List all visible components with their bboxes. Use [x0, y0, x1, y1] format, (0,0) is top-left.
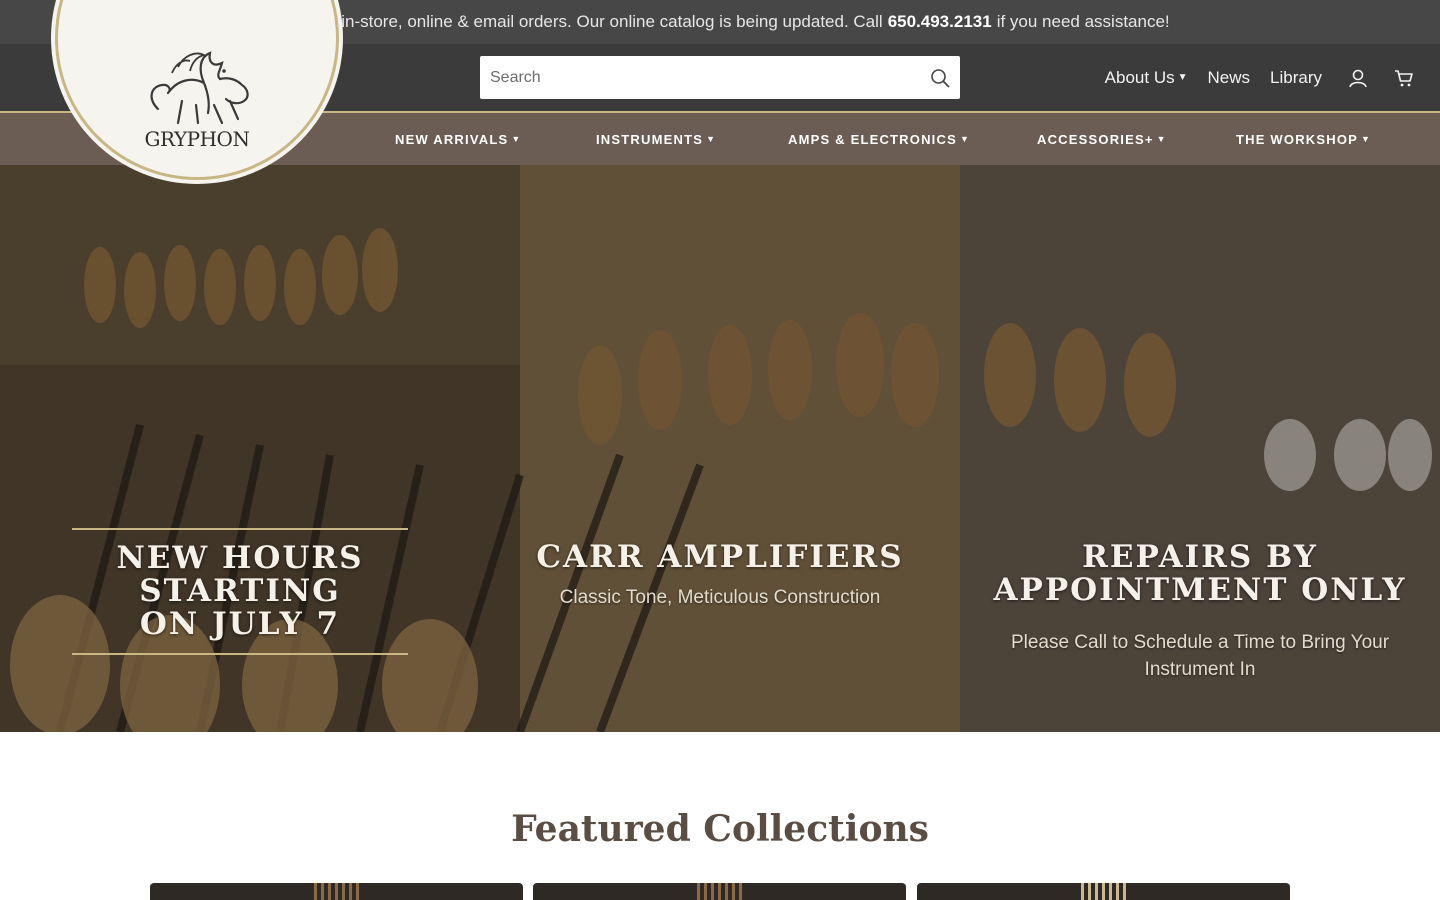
- nav-label: THE WORKSHOP: [1236, 131, 1359, 147]
- guitar-neck-image: [696, 883, 743, 900]
- user-icon[interactable]: [1348, 68, 1368, 88]
- logo-wordmark: GRYPHON: [144, 127, 250, 151]
- nav-new-arrivals[interactable]: NEW ARRIVALS ▼: [395, 113, 521, 165]
- collection-card[interactable]: [917, 883, 1290, 900]
- announcement-text: Open for in-store, online & email orders…: [270, 12, 883, 31]
- slide-title: CARR AMPLIFIERS: [536, 539, 904, 575]
- library-link[interactable]: Library: [1270, 68, 1322, 88]
- cart-icon[interactable]: [1394, 68, 1414, 88]
- nav-label: ACCESSORIES+: [1037, 131, 1154, 147]
- nav-the-workshop[interactable]: THE WORKSHOP ▼: [1236, 113, 1371, 165]
- caret-down-icon: ▼: [511, 134, 522, 144]
- news-link[interactable]: News: [1208, 68, 1251, 88]
- slide-title: NEW HOURS STARTING ON JULY 7: [30, 542, 450, 641]
- caret-down-icon: ▼: [706, 134, 717, 144]
- caret-down-icon: ▼: [1156, 134, 1167, 144]
- hero-slide-hours[interactable]: NEW HOURS STARTING ON JULY 7: [30, 528, 450, 655]
- about-us-label: About Us: [1104, 67, 1175, 87]
- caret-down-icon: ▼: [1361, 134, 1372, 144]
- announcement-phone[interactable]: 650.493.2131: [888, 12, 992, 32]
- utility-nav: About Us ▼ News Library: [1085, 44, 1414, 111]
- slide-title-line2: ON JULY 7: [139, 606, 341, 642]
- announcement-text-end: if you need assistance!: [996, 12, 1170, 31]
- gold-rule: [72, 528, 408, 530]
- slide-title-line1: REPAIRS BY: [1082, 539, 1318, 575]
- search-box: [480, 56, 960, 99]
- collection-card[interactable]: [150, 883, 523, 900]
- guitar-neck-image: [313, 883, 360, 900]
- slide-title-line2: APPOINTMENT ONLY: [993, 572, 1407, 608]
- about-us-link[interactable]: About Us ▼: [1105, 68, 1188, 88]
- nav-accessories[interactable]: ACCESSORIES+ ▼: [1037, 113, 1167, 165]
- nav-instruments[interactable]: INSTRUMENTS ▼: [596, 113, 716, 165]
- slide-title-line1: NEW HOURS STARTING: [116, 540, 364, 609]
- nav-label: INSTRUMENTS: [596, 131, 704, 147]
- nav-label: AMPS & ELECTRONICS: [788, 131, 957, 147]
- gryphon-emblem-icon: [150, 51, 249, 125]
- caret-down-icon: ▼: [959, 134, 971, 144]
- caret-down-icon: ▼: [1177, 72, 1188, 83]
- nav-label: NEW ARRIVALS: [395, 131, 509, 147]
- slide-subtitle: Please Call to Schedule a Time to Bring …: [975, 629, 1425, 683]
- hero-banner[interactable]: NEW HOURS STARTING ON JULY 7 CARR AMPLIF…: [0, 165, 1440, 732]
- slide-subtitle: Classic Tone, Meticulous Construction: [559, 587, 881, 608]
- featured-heading: Featured Collections: [511, 808, 929, 850]
- collection-card[interactable]: [533, 883, 906, 900]
- search-input[interactable]: [480, 56, 920, 99]
- hero-slide-repairs[interactable]: REPAIRS BY APPOINTMENT ONLY Please Call …: [975, 541, 1425, 683]
- slide-subtitle-line1: Please Call to Schedule a Time to Bring …: [1010, 632, 1390, 653]
- nav-amps-electronics[interactable]: AMPS & ELECTRONICS ▼: [788, 113, 970, 165]
- guitar-neck-image: [1080, 883, 1127, 900]
- gold-rule: [72, 653, 408, 655]
- search-icon[interactable]: [920, 56, 960, 99]
- slide-title: REPAIRS BY APPOINTMENT ONLY: [975, 541, 1425, 607]
- slide-subtitle-line2: Instrument In: [1144, 659, 1256, 680]
- hero-slide-carr[interactable]: CARR AMPLIFIERS Classic Tone, Meticulous…: [510, 541, 930, 611]
